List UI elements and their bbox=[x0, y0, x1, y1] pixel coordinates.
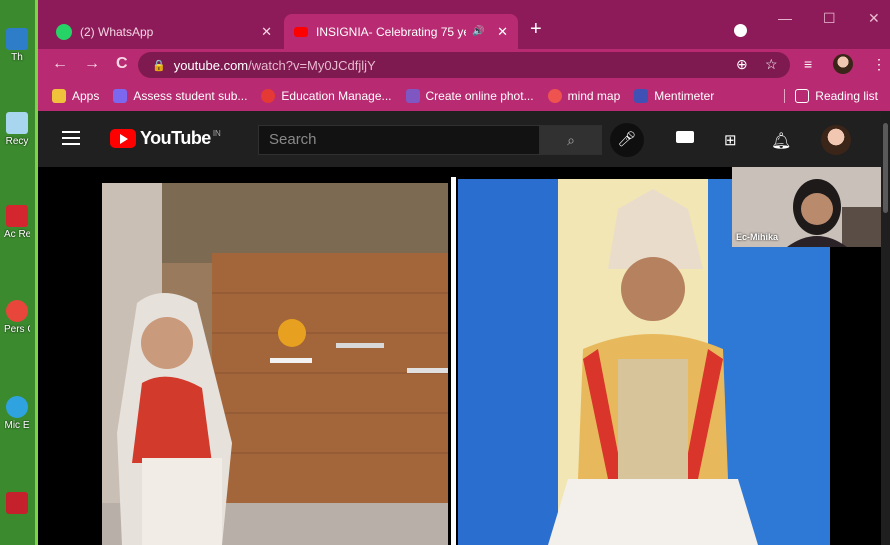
screen: Th Recy Ac Rea Pers Ch Mic E (2) WhatsAp… bbox=[0, 0, 890, 545]
scrollbar-thumb[interactable] bbox=[883, 123, 888, 213]
bookmark-label: Create online phot... bbox=[425, 89, 534, 103]
desktop-icon-recycle-bin[interactable]: Recy bbox=[4, 112, 30, 147]
bookmark-star-icon[interactable]: ☆ bbox=[765, 56, 778, 73]
mindmap-icon bbox=[547, 89, 562, 103]
browser-toolbar: ← → C 🔒 youtube.com /watch?v=My0JCdfjljY… bbox=[38, 49, 890, 81]
search-placeholder: Search bbox=[269, 131, 317, 148]
url-host: youtube.com bbox=[173, 57, 249, 73]
menu-kebab-icon[interactable]: ⋮ bbox=[872, 56, 886, 73]
participant-name: Ec-Mihika bbox=[736, 232, 779, 242]
close-window-button[interactable]: ✕ bbox=[868, 10, 880, 27]
bookmark-label: Apps bbox=[72, 89, 100, 103]
search-input[interactable]: Search bbox=[258, 125, 540, 155]
tab-title: (2) WhatsApp bbox=[80, 24, 154, 39]
maximize-button[interactable]: ☐ bbox=[823, 10, 836, 27]
education-icon bbox=[261, 89, 276, 103]
bookmark-photo[interactable]: Create online phot... bbox=[405, 89, 534, 103]
back-button[interactable]: ← bbox=[52, 55, 68, 73]
whatsapp-icon bbox=[56, 23, 72, 40]
url-path: /watch?v=My0JCdfjljY bbox=[248, 57, 376, 73]
minimize-button[interactable]: — bbox=[778, 10, 792, 26]
desktop-icon-edge[interactable]: Mic E bbox=[4, 396, 30, 431]
this-pc-icon bbox=[6, 28, 28, 50]
tab-insignia[interactable]: INSIGNIA- Celebrating 75 ye 🔊 ✕ bbox=[284, 14, 518, 49]
bookmark-mentimeter[interactable]: Mentimeter bbox=[634, 89, 714, 103]
notifications-bell-icon[interactable]: 🔔︎ bbox=[771, 131, 791, 151]
forward-button[interactable]: → bbox=[84, 55, 100, 73]
acrobat-reader-icon bbox=[6, 205, 28, 227]
close-tab-icon[interactable]: ✕ bbox=[261, 24, 272, 40]
mentimeter-icon bbox=[634, 89, 649, 103]
reading-list-icon bbox=[795, 89, 810, 103]
bookmark-label: Reading list bbox=[815, 89, 878, 103]
search-icon: ⌕ bbox=[567, 132, 575, 148]
media-control-icon[interactable]: ≡ bbox=[804, 56, 812, 72]
bookmark-education[interactable]: Education Manage... bbox=[261, 89, 392, 103]
lock-icon: 🔒 bbox=[152, 59, 166, 72]
bookmark-assess[interactable]: Assess student sub... bbox=[113, 89, 247, 103]
youtube-play-icon bbox=[110, 129, 136, 148]
shortcut-icon bbox=[6, 492, 28, 514]
youtube-wordmark: YouTube bbox=[140, 128, 211, 148]
assess-icon bbox=[113, 89, 128, 103]
video-divider bbox=[451, 177, 456, 545]
close-tab-icon[interactable]: ✕ bbox=[497, 24, 508, 40]
bookmark-mindmap[interactable]: mind map bbox=[547, 89, 621, 103]
chrome-person-icon bbox=[6, 300, 28, 322]
create-video-icon[interactable] bbox=[676, 131, 694, 143]
photo-icon bbox=[405, 89, 420, 103]
page-scrollbar[interactable] bbox=[881, 111, 890, 545]
dancer-left-image bbox=[102, 183, 448, 545]
microphone-icon: 🎤︎ bbox=[617, 131, 637, 148]
youtube-icon bbox=[294, 26, 308, 37]
voice-search-button[interactable]: 🎤︎ bbox=[610, 123, 644, 157]
bookmark-label: mind map bbox=[567, 89, 621, 103]
recycle-bin-icon bbox=[6, 112, 28, 134]
video-tile-left bbox=[102, 183, 448, 545]
bookmark-label: Mentimeter bbox=[654, 89, 715, 103]
youtube-logo[interactable]: YouTube IN bbox=[110, 128, 221, 149]
bookmarks-bar: Apps Assess student sub... Education Man… bbox=[38, 81, 890, 111]
desktop-background: Th Recy Ac Rea Pers Ch Mic E bbox=[0, 0, 38, 545]
account-avatar[interactable] bbox=[821, 125, 851, 155]
tab-title: INSIGNIA- Celebrating 75 ye bbox=[316, 24, 466, 39]
audio-playing-icon[interactable]: 🔊 bbox=[472, 26, 484, 37]
search-button[interactable]: ⌕ bbox=[540, 125, 602, 155]
bookmark-label: Education Manage... bbox=[281, 89, 392, 103]
hamburger-menu-icon[interactable] bbox=[62, 131, 80, 149]
desktop-icon-this-pc[interactable]: Th bbox=[4, 28, 30, 63]
install-app-icon[interactable]: ⊕ bbox=[736, 56, 748, 73]
new-tab-button[interactable]: + bbox=[530, 18, 542, 41]
bookmark-label: Assess student sub... bbox=[133, 89, 248, 103]
desktop-icon-acrobat[interactable]: Ac Rea bbox=[4, 205, 30, 240]
youtube-header: YouTube IN Search ⌕ 🎤︎ ⊞ 🔔︎ bbox=[38, 111, 890, 167]
apps-grid-icon bbox=[52, 89, 66, 103]
address-bar[interactable]: 🔒 youtube.com /watch?v=My0JCdfjljY bbox=[138, 52, 790, 78]
country-code: IN bbox=[212, 129, 221, 138]
microsoft-edge-icon bbox=[6, 396, 28, 418]
reload-button[interactable]: C bbox=[116, 55, 128, 73]
tab-search-icon[interactable] bbox=[734, 24, 747, 37]
reading-list-button[interactable]: Reading list bbox=[784, 89, 878, 103]
apps-grid-icon[interactable]: ⊞ bbox=[724, 131, 737, 149]
profile-avatar[interactable] bbox=[833, 54, 853, 74]
video-player[interactable]: Ec-Mihika bbox=[38, 167, 881, 545]
bookmark-apps[interactable]: Apps bbox=[52, 89, 99, 103]
browser-window: (2) WhatsApp ✕ INSIGNIA- Celebrating 75 … bbox=[38, 0, 890, 545]
tab-whatsapp[interactable]: (2) WhatsApp ✕ bbox=[46, 14, 282, 49]
tab-strip: (2) WhatsApp ✕ INSIGNIA- Celebrating 75 … bbox=[38, 0, 890, 49]
participant-thumbnail[interactable]: Ec-Mihika bbox=[732, 167, 881, 247]
desktop-icon-shortcut[interactable] bbox=[4, 492, 30, 516]
desktop-icon-chrome-person[interactable]: Pers Ch bbox=[4, 300, 30, 335]
